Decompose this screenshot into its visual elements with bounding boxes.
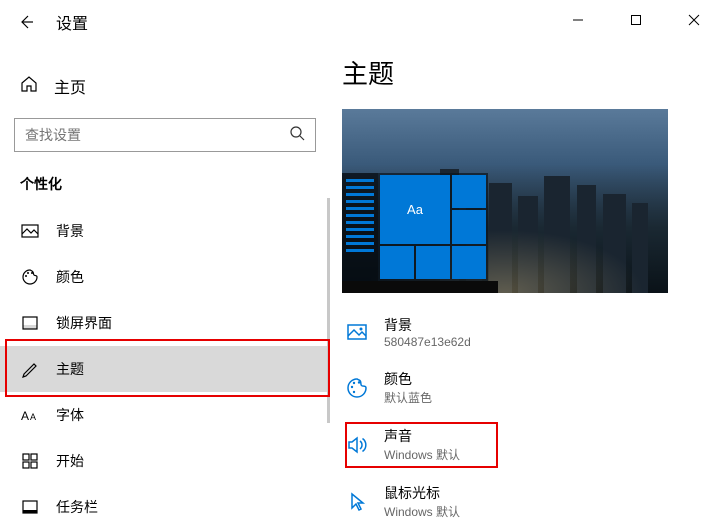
picture-icon bbox=[20, 221, 40, 241]
sidebar-item-lockscreen[interactable]: 锁屏界面 bbox=[0, 300, 330, 346]
option-title: 声音 bbox=[384, 426, 460, 446]
option-title: 颜色 bbox=[384, 369, 432, 389]
theme-icon bbox=[20, 359, 40, 379]
nav-label: 开始 bbox=[56, 451, 84, 471]
home-label: 主页 bbox=[54, 74, 86, 98]
option-background[interactable]: 背景 580487e13e62d bbox=[342, 309, 710, 355]
header-row: 设置 bbox=[0, 0, 330, 44]
svg-text:A: A bbox=[30, 412, 36, 422]
svg-text:A: A bbox=[21, 409, 29, 422]
option-title: 鼠标光标 bbox=[384, 483, 460, 503]
close-button[interactable] bbox=[674, 6, 714, 34]
nav-label: 锁屏界面 bbox=[56, 313, 112, 333]
sidebar-item-taskbar[interactable]: 任务栏 bbox=[0, 484, 330, 530]
nav-label: 背景 bbox=[56, 221, 84, 241]
sound-icon bbox=[344, 432, 370, 458]
sidebar-item-start[interactable]: 开始 bbox=[0, 438, 330, 484]
option-subtitle: 默认蓝色 bbox=[384, 389, 432, 406]
nav-list: 背景 颜色 锁屏界面 主题 AA 字体 开始 任务栏 bbox=[0, 208, 330, 530]
option-sound[interactable]: 声音 Windows 默认 bbox=[342, 420, 710, 469]
palette-icon bbox=[20, 267, 40, 287]
option-title: 背景 bbox=[384, 315, 471, 335]
theme-preview[interactable]: Aa bbox=[342, 109, 668, 293]
option-color[interactable]: 颜色 默认蓝色 bbox=[342, 363, 710, 412]
nav-label: 颜色 bbox=[56, 267, 84, 287]
option-subtitle: Windows 默认 bbox=[384, 503, 460, 520]
sidebar-item-color[interactable]: 颜色 bbox=[0, 254, 330, 300]
option-subtitle: 580487e13e62d bbox=[384, 335, 471, 349]
search-icon bbox=[289, 125, 305, 146]
page-title: 主题 bbox=[342, 54, 710, 91]
minimize-button[interactable] bbox=[558, 6, 598, 34]
nav-label: 任务栏 bbox=[56, 497, 98, 517]
home-nav[interactable]: 主页 bbox=[0, 62, 330, 110]
search-input[interactable] bbox=[25, 127, 289, 143]
main-content: 主题 Aa 背景 580487e13e62d bbox=[330, 0, 722, 525]
option-subtitle: Windows 默认 bbox=[384, 446, 460, 463]
maximize-button[interactable] bbox=[616, 6, 656, 34]
preview-tile-text: Aa bbox=[380, 175, 450, 244]
picture-icon bbox=[344, 319, 370, 345]
nav-label: 字体 bbox=[56, 405, 84, 425]
window-controls bbox=[558, 6, 714, 34]
palette-icon bbox=[344, 375, 370, 401]
window-title: 设置 bbox=[56, 10, 88, 34]
font-icon: AA bbox=[20, 405, 40, 425]
section-title: 个性化 bbox=[0, 160, 330, 202]
taskbar-icon bbox=[20, 497, 40, 517]
cursor-icon bbox=[344, 489, 370, 515]
lockscreen-icon bbox=[20, 313, 40, 333]
nav-label: 主题 bbox=[56, 359, 84, 379]
start-icon bbox=[20, 451, 40, 471]
sidebar-item-themes[interactable]: 主题 bbox=[0, 346, 330, 392]
option-cursor[interactable]: 鼠标光标 Windows 默认 bbox=[342, 477, 710, 526]
sidebar-item-fonts[interactable]: AA 字体 bbox=[0, 392, 330, 438]
back-button[interactable] bbox=[14, 10, 38, 34]
search-box[interactable] bbox=[14, 118, 316, 152]
theme-options: 背景 580487e13e62d 颜色 默认蓝色 声音 Windows 默认 鼠… bbox=[342, 309, 710, 526]
sidebar-item-background[interactable]: 背景 bbox=[0, 208, 330, 254]
home-icon bbox=[20, 75, 38, 98]
sidebar: 设置 主页 个性化 背景 颜色 锁屏界面 主题 AA bbox=[0, 0, 330, 525]
